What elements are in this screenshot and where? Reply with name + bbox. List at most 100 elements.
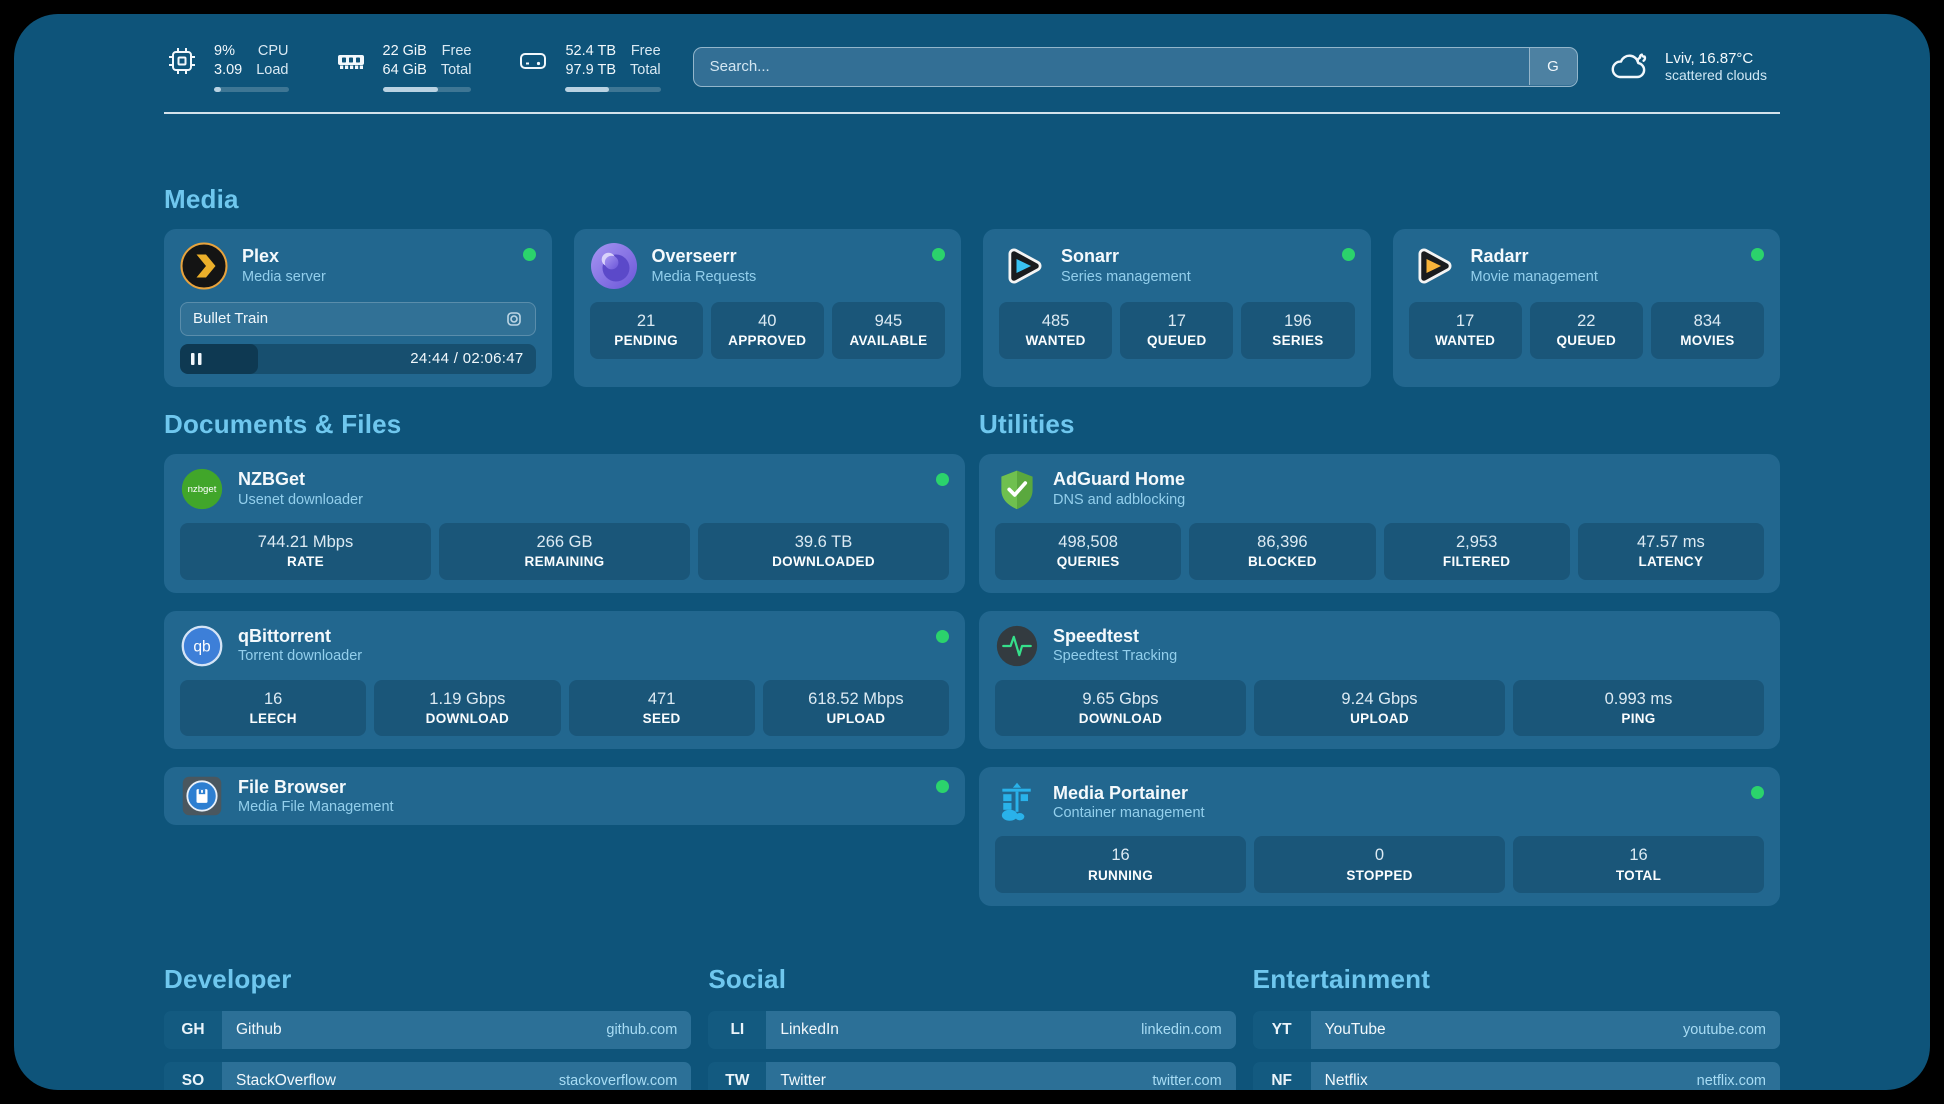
- ram-icon: [333, 43, 369, 79]
- link-twitter[interactable]: TW Twitter twitter.com: [708, 1062, 1235, 1090]
- app-subtitle: Movie management: [1471, 268, 1598, 287]
- stat-tile: 21 PENDING: [590, 302, 703, 359]
- app-link-plex[interactable]: Plex Media server: [180, 242, 536, 290]
- app-card-adguard: AdGuard Home DNS and adblocking 498,508 …: [979, 454, 1780, 593]
- stat-tile: 39.6 TB DOWNLOADED: [698, 523, 949, 580]
- app-card-plex: Plex Media server Bullet Train: [164, 229, 552, 387]
- link-github[interactable]: GH Github github.com: [164, 1011, 691, 1049]
- stat-tile: 17 WANTED: [1409, 302, 1522, 359]
- playback-time: 24:44 / 02:06:47: [410, 350, 535, 367]
- media-settings-icon[interactable]: [505, 310, 523, 328]
- playback-progress-bar[interactable]: 24:44 / 02:06:47: [180, 344, 536, 374]
- stat-tiles: 17 WANTED 22 QUEUED 834 MOVIES: [1409, 302, 1765, 359]
- section-title-developer: Developer: [164, 964, 691, 995]
- disk-stat: 52.4 TB 97.9 TB Free Total: [515, 42, 660, 92]
- app-name: File Browser: [238, 776, 394, 799]
- app-name: Media Portainer: [1053, 782, 1205, 805]
- link-linkedin[interactable]: LI LinkedIn linkedin.com: [708, 1011, 1235, 1049]
- link-stackoverflow[interactable]: SO StackOverflow stackoverflow.com: [164, 1062, 691, 1090]
- app-name: NZBGet: [238, 468, 363, 491]
- stat-tile: 1.19 Gbps DOWNLOAD: [374, 680, 560, 737]
- section-title-media: Media: [164, 184, 1780, 215]
- app-link-overseerr[interactable]: Overseerr Media Requests: [590, 242, 946, 290]
- link-netflix[interactable]: NF Netflix netflix.com: [1253, 1062, 1780, 1090]
- search-input[interactable]: [693, 47, 1578, 87]
- link-host: linkedin.com: [1141, 1022, 1222, 1038]
- stat-tile: 9.24 Gbps UPLOAD: [1254, 680, 1505, 737]
- app-card-speedtest: Speedtest Speedtest Tracking 9.65 Gbps D…: [979, 611, 1780, 750]
- app-name: Radarr: [1471, 245, 1598, 268]
- app-link-sonarr[interactable]: Sonarr Series management: [999, 242, 1355, 290]
- app-card-radarr: Radarr Movie management 17 WANTED 22 QUE…: [1393, 229, 1781, 387]
- stat-tile: 16 TOTAL: [1513, 836, 1764, 893]
- link-name: Twitter: [780, 1072, 826, 1090]
- memory-stat: 22 GiB 64 GiB Free Total: [333, 42, 472, 92]
- disk-free: 52.4 TB: [565, 42, 616, 61]
- app-link-nzbget[interactable]: nzbget NZBGet Usenet downloader: [180, 467, 949, 511]
- app-subtitle: Media Requests: [652, 268, 757, 287]
- speedtest-logo-icon: [995, 624, 1039, 668]
- link-abbr: TW: [708, 1062, 766, 1090]
- documents-column: Documents & Files nzbget NZBGet Usenet d…: [164, 409, 965, 906]
- utilities-column: Utilities AdGuard Home DNS and adblockin…: [979, 409, 1780, 906]
- app-link-filebrowser[interactable]: File Browser Media File Management: [180, 774, 949, 818]
- disk-icon: [515, 43, 551, 79]
- playback-progress-fill: [180, 344, 258, 374]
- weather-location: Lviv, 16.87°C: [1665, 50, 1767, 67]
- section-title-documents: Documents & Files: [164, 409, 965, 440]
- memory-label-2: Total: [441, 61, 472, 80]
- top-bar: 9% 3.09 CPU Load 22: [164, 42, 1780, 92]
- status-dot-online: [936, 780, 949, 793]
- app-link-speedtest[interactable]: Speedtest Speedtest Tracking: [995, 624, 1764, 668]
- status-dot-online: [1342, 248, 1355, 261]
- link-name: Github: [236, 1021, 282, 1039]
- cpu-label-1: CPU: [256, 42, 288, 61]
- stat-tile: 40 APPROVED: [711, 302, 824, 359]
- cpu-label-2: Load: [256, 61, 288, 80]
- cloud-icon: [1610, 50, 1652, 84]
- app-subtitle: DNS and adblocking: [1053, 491, 1185, 510]
- now-playing-title: Bullet Train: [193, 310, 268, 327]
- stat-tile: 834 MOVIES: [1651, 302, 1764, 359]
- memory-total: 64 GiB: [383, 61, 427, 80]
- status-dot-online: [936, 630, 949, 643]
- pause-icon[interactable]: [191, 353, 202, 365]
- app-subtitle: Media File Management: [238, 798, 394, 817]
- stat-tiles: 16 RUNNING 0 STOPPED 16 TOTAL: [995, 836, 1764, 893]
- stat-tile: 498,508 QUERIES: [995, 523, 1181, 580]
- stat-tile: 471 SEED: [569, 680, 755, 737]
- app-link-radarr[interactable]: Radarr Movie management: [1409, 242, 1765, 290]
- search-engine-button[interactable]: G: [1529, 48, 1577, 85]
- app-link-portainer[interactable]: Media Portainer Container management: [995, 780, 1764, 824]
- status-dot-online: [932, 248, 945, 261]
- stat-tiles: 16 LEECH 1.19 Gbps DOWNLOAD 471 SEED 618…: [180, 680, 949, 737]
- app-name: AdGuard Home: [1053, 468, 1185, 491]
- stat-tile: 17 QUEUED: [1120, 302, 1233, 359]
- app-name: Sonarr: [1061, 245, 1191, 268]
- app-card-portainer: Media Portainer Container management 16 …: [979, 767, 1780, 906]
- stat-tile: 0.993 ms PING: [1513, 680, 1764, 737]
- search-bar: G: [693, 47, 1578, 87]
- disk-total: 97.9 TB: [565, 61, 616, 80]
- link-host: github.com: [606, 1022, 677, 1038]
- disk-label-2: Total: [630, 61, 661, 80]
- stat-tiles: 485 WANTED 17 QUEUED 196 SERIES: [999, 302, 1355, 359]
- link-name: StackOverflow: [236, 1072, 336, 1090]
- stat-tiles: 744.21 Mbps RATE 266 GB REMAINING 39.6 T…: [180, 523, 949, 580]
- memory-label-1: Free: [441, 42, 472, 61]
- social-column: Social LI LinkedIn linkedin.com TW Twitt…: [708, 964, 1235, 1090]
- stat-tile: 0 STOPPED: [1254, 836, 1505, 893]
- link-youtube[interactable]: YT YouTube youtube.com: [1253, 1011, 1780, 1049]
- app-name: qBittorrent: [238, 625, 362, 648]
- stat-tile: 86,396 BLOCKED: [1189, 523, 1375, 580]
- app-link-adguard[interactable]: AdGuard Home DNS and adblocking: [995, 467, 1764, 511]
- sonarr-logo-icon: [999, 242, 1047, 290]
- status-dot-online: [936, 473, 949, 486]
- app-name: Overseerr: [652, 245, 757, 268]
- now-playing-row: Bullet Train: [180, 302, 536, 336]
- link-abbr: NF: [1253, 1062, 1311, 1090]
- app-link-qbittorrent[interactable]: qb qBittorrent Torrent downloader: [180, 624, 949, 668]
- status-dot-online: [523, 248, 536, 261]
- stat-tile: 16 RUNNING: [995, 836, 1246, 893]
- radarr-logo-icon: [1409, 242, 1457, 290]
